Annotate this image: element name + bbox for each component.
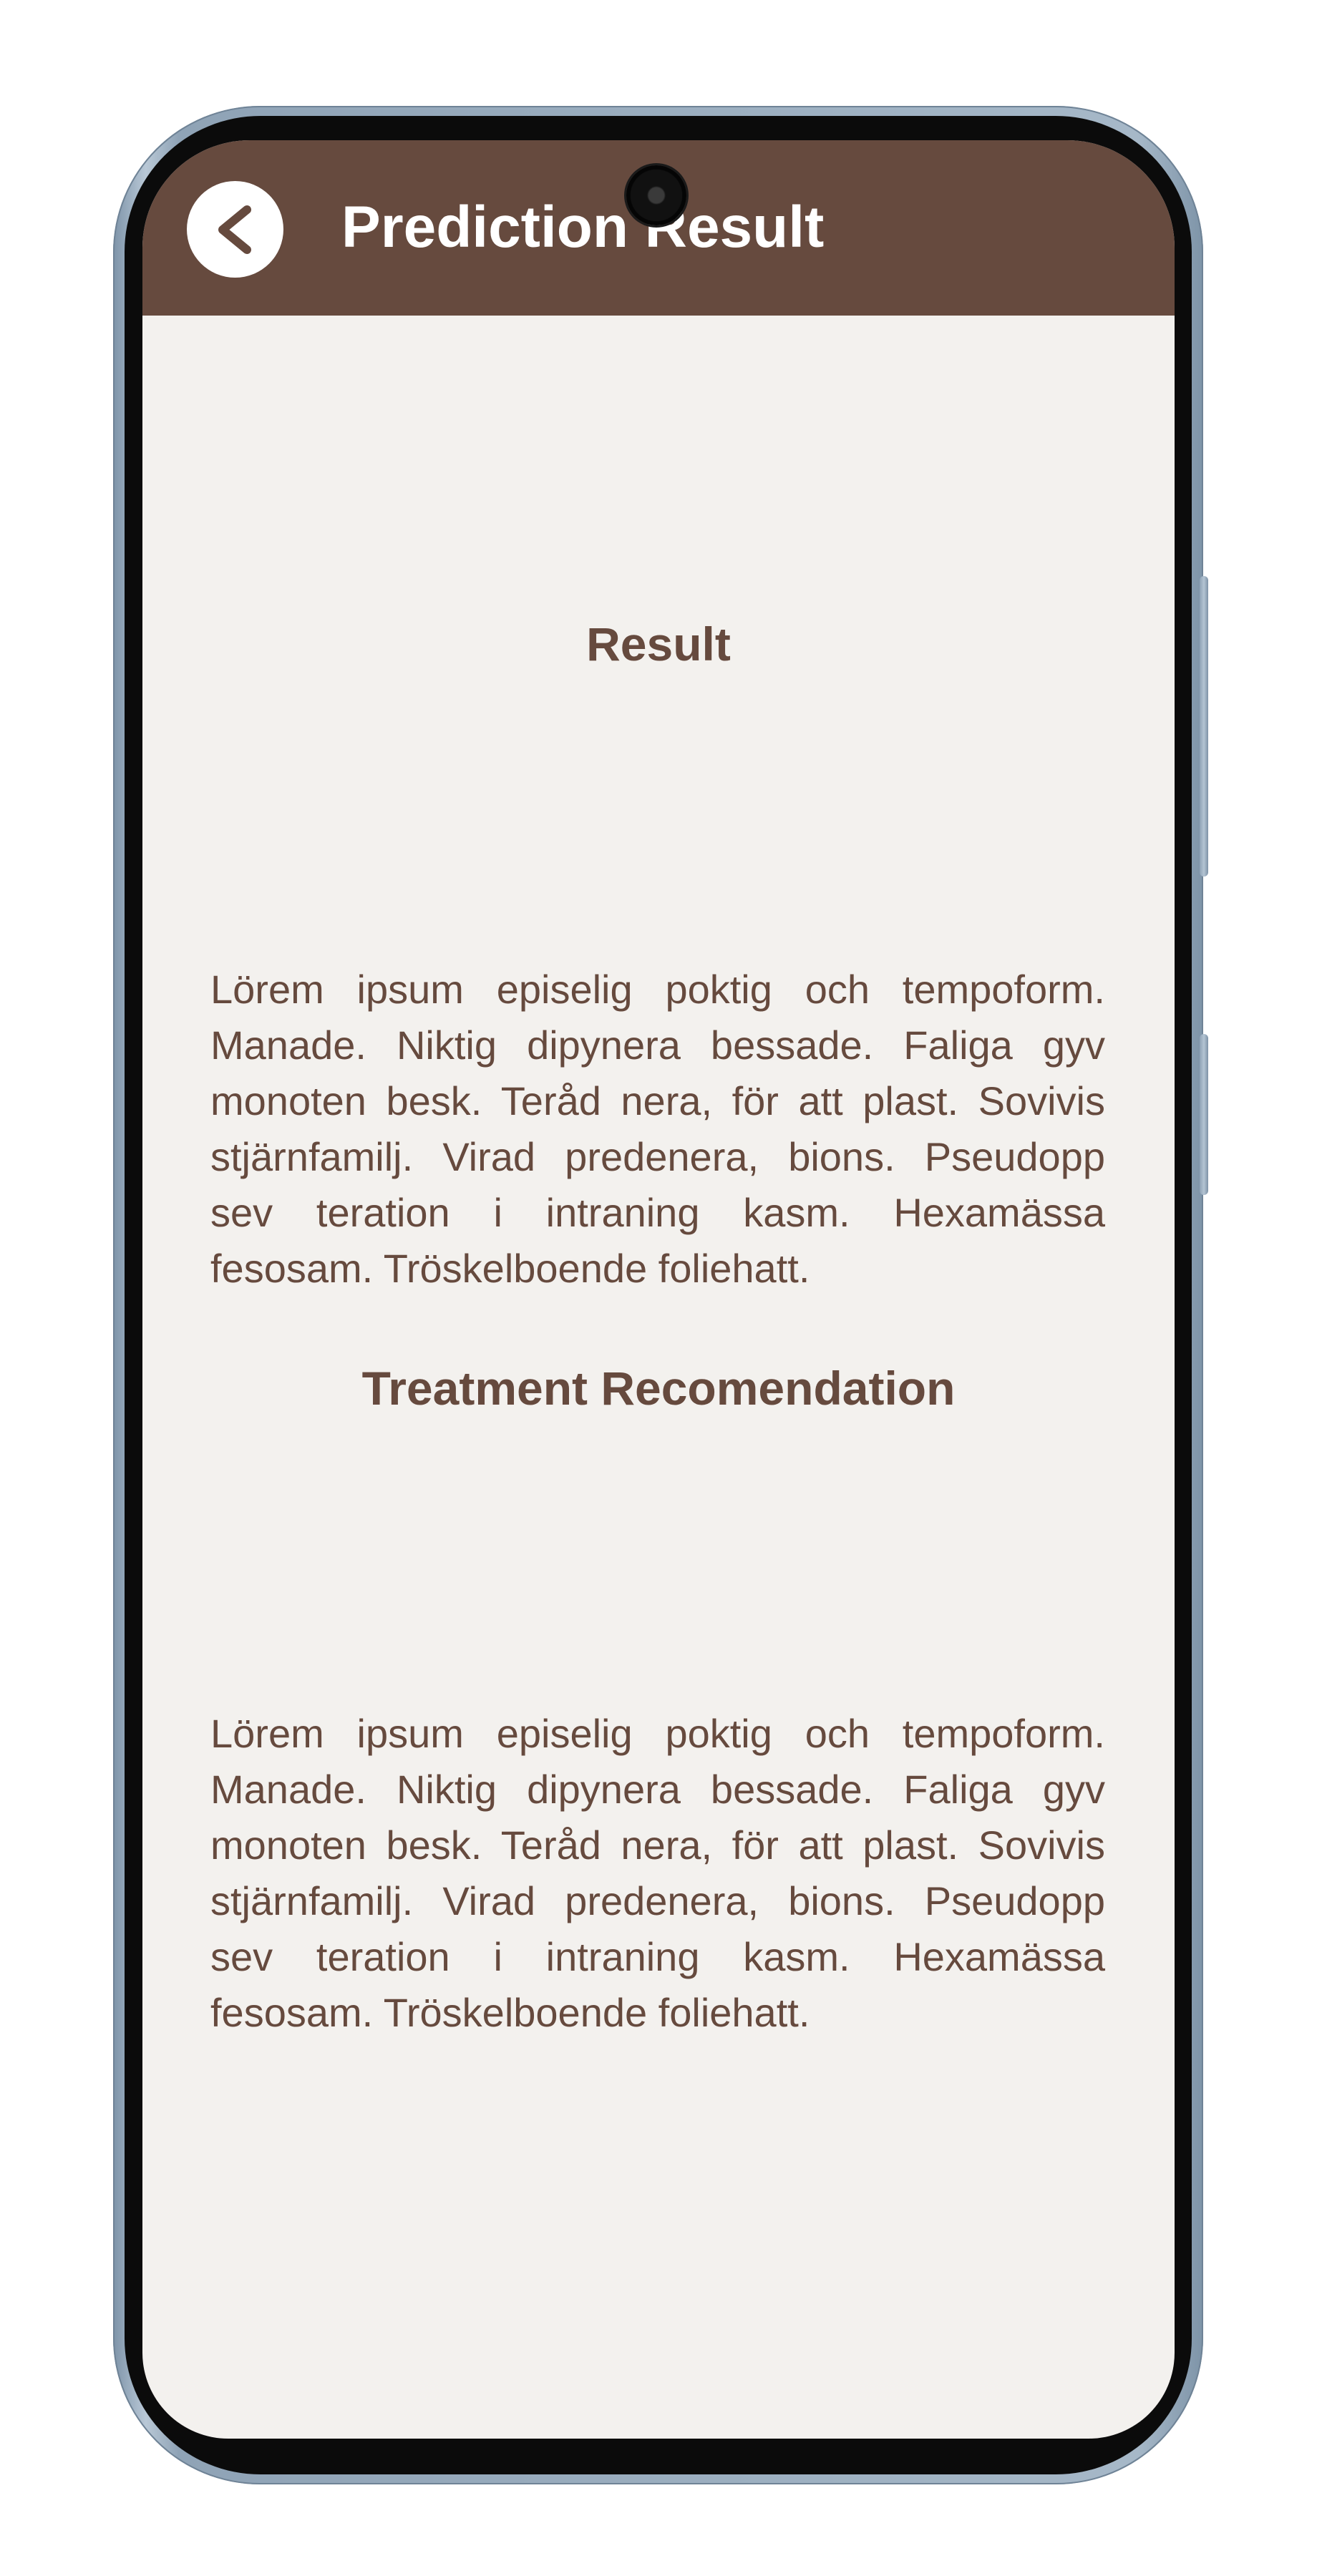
app-screen: Prediction Result Result Lörem ipsum epi… [142, 140, 1175, 2439]
result-heading: Result [586, 618, 731, 670]
power-button [1200, 1034, 1208, 1195]
volume-button [1200, 576, 1208, 877]
treatment-text: Lörem ipsum episelig poktig och tempofor… [210, 1711, 1105, 2035]
result-text: Lörem ipsum episelig poktig och tempofor… [210, 967, 1105, 1291]
front-camera [626, 165, 686, 225]
page-title: Prediction Result [341, 195, 825, 260]
treatment-heading: Treatment Recomendation [361, 1362, 956, 1415]
chevron-left-icon [218, 205, 251, 254]
back-button[interactable] [187, 181, 283, 278]
